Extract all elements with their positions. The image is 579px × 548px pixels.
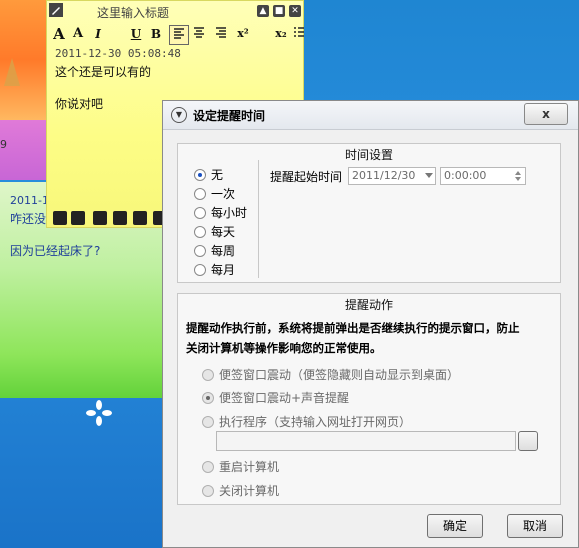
underline-button[interactable]: U: [129, 25, 143, 43]
wallpaper-tree: [4, 58, 20, 86]
start-time-label: 提醒起始时间: [270, 170, 343, 184]
radio-dot: [194, 244, 206, 257]
radio-label: 无: [211, 168, 224, 182]
font-smaller-button[interactable]: A: [71, 25, 85, 43]
dialog-close-button[interactable]: x: [524, 103, 568, 125]
align-center-icon: [194, 27, 204, 38]
radio-label: 便签窗口震动（便签隐藏则自动显示到桌面）: [219, 368, 460, 382]
action-description-line-1: 提醒动作执行前，系统将提前弹出是否继续执行的提示窗口，防止: [186, 321, 520, 335]
radio-label: 每月: [211, 263, 236, 277]
note-line-2[interactable]: 你说对吧: [55, 95, 103, 112]
time-settings-group: 时间设置 无 一次 每小时 每天 每周 每月 提醒起始时间 2011/12/30: [177, 143, 561, 283]
wallpaper-pink-region: [0, 120, 50, 180]
bold-button[interactable]: B: [149, 25, 163, 43]
action-shake-sound-radio[interactable]: 便签窗口震动+声音提醒: [202, 389, 349, 406]
radio-dot: [194, 206, 206, 219]
radio-dot: [202, 368, 214, 381]
repeat-daily-radio[interactable]: 每天: [194, 223, 235, 240]
action-description-line-2: 关闭计算机等操作影响您的正常使用。: [186, 341, 382, 355]
list-button[interactable]: [293, 25, 305, 43]
radio-dot: [194, 187, 206, 200]
dialog-menu-icon[interactable]: ▼: [171, 107, 187, 123]
program-path-input[interactable]: [216, 431, 516, 451]
green-note-line-2: 因为已经起床了?: [10, 244, 101, 258]
repeat-none-radio[interactable]: 无: [194, 166, 223, 183]
radio-label: 关闭计算机: [219, 484, 280, 498]
wallpaper-number-fragment: 9: [0, 138, 7, 151]
note-title[interactable]: 这里输入标题: [97, 4, 169, 21]
reminder-action-group: 提醒动作 提醒动作执行前，系统将提前弹出是否继续执行的提示窗口，防止 关闭计算机…: [177, 293, 561, 505]
camera-icon[interactable]: [113, 211, 127, 225]
note-line-1[interactable]: 这个还是可以有的: [55, 63, 151, 80]
align-center-button[interactable]: [191, 25, 207, 43]
radio-label: 便签窗口震动+声音提醒: [219, 391, 350, 405]
start-date-picker[interactable]: 2011/12/30: [348, 167, 436, 185]
green-note-date: 2011-1: [10, 194, 49, 207]
radio-dot: [194, 168, 206, 181]
subscript-button[interactable]: x₂: [273, 25, 289, 43]
clock-icon[interactable]: [133, 211, 147, 225]
maximize-button[interactable]: ■: [273, 5, 285, 17]
rollup-button[interactable]: ▲: [257, 5, 269, 17]
close-note-button[interactable]: ✕: [289, 5, 301, 17]
start-date-value: 2011/12/30: [352, 169, 416, 182]
print-icon[interactable]: [93, 211, 107, 225]
dialog-title-bar[interactable]: ▼ 设定提醒时间 x: [163, 101, 578, 130]
radio-dot: [194, 225, 206, 238]
radio-label: 每周: [211, 244, 236, 258]
radio-dot: [202, 415, 214, 428]
redo-icon[interactable]: [71, 211, 85, 225]
flower-icon: [86, 400, 112, 426]
radio-label: 一次: [211, 187, 236, 201]
repeat-weekly-radio[interactable]: 每周: [194, 242, 235, 259]
note-bottom-toolbar: [47, 209, 167, 227]
pencil-icon: [49, 3, 63, 17]
cancel-button[interactable]: 取消: [507, 514, 563, 538]
superscript-button[interactable]: x²: [235, 25, 251, 43]
radio-label: 重启计算机: [219, 460, 280, 474]
align-right-icon: [216, 27, 226, 38]
action-shake-radio[interactable]: 便签窗口震动（便签隐藏则自动显示到桌面）: [202, 366, 459, 383]
list-icon: [294, 27, 304, 37]
green-note-line-1: 咋还没: [10, 212, 47, 226]
note-format-toolbar: A A I U B x² x₂: [51, 25, 311, 45]
divider: [258, 160, 259, 278]
ok-button[interactable]: 确定: [427, 514, 483, 538]
repeat-hourly-radio[interactable]: 每小时: [194, 204, 247, 221]
start-time-spinner[interactable]: 0:00:00: [440, 167, 526, 185]
align-left-icon: [174, 28, 184, 39]
dialog-title: 设定提醒时间: [193, 109, 266, 123]
browse-button[interactable]: [518, 431, 538, 451]
radio-dot: [202, 484, 214, 497]
undo-icon[interactable]: [53, 211, 67, 225]
radio-label: 执行程序（支持输入网址打开网页）: [219, 415, 412, 429]
note-title-bar[interactable]: 这里输入标题 ▲ ■ ✕: [47, 1, 303, 21]
repeat-monthly-radio[interactable]: 每月: [194, 261, 235, 278]
font-larger-button[interactable]: A: [51, 25, 67, 43]
align-left-button[interactable]: [169, 25, 189, 45]
start-time-value: 0:00:00: [444, 169, 487, 182]
action-group-title: 提醒动作: [344, 298, 393, 312]
radio-label: 每天: [211, 225, 236, 239]
align-right-button[interactable]: [213, 25, 229, 43]
italic-button[interactable]: I: [91, 25, 105, 43]
time-settings-title: 时间设置: [344, 148, 393, 162]
radio-dot: [194, 263, 206, 276]
note-date: 2011-12-30 05:08:48: [55, 47, 181, 60]
action-shutdown-radio[interactable]: 关闭计算机: [202, 482, 279, 499]
repeat-once-radio[interactable]: 一次: [194, 185, 235, 202]
action-run-program-radio[interactable]: 执行程序（支持输入网址打开网页）: [202, 413, 411, 430]
reminder-dialog: ▼ 设定提醒时间 x 时间设置 无 一次 每小时 每天 每周 每月 提醒起始时间…: [162, 100, 579, 548]
chevron-down-icon: [425, 173, 433, 178]
spinner-arrows-icon[interactable]: [513, 169, 523, 183]
radio-dot: [202, 391, 214, 404]
radio-dot: [202, 460, 214, 473]
radio-label: 每小时: [211, 206, 248, 220]
action-restart-radio[interactable]: 重启计算机: [202, 458, 279, 475]
